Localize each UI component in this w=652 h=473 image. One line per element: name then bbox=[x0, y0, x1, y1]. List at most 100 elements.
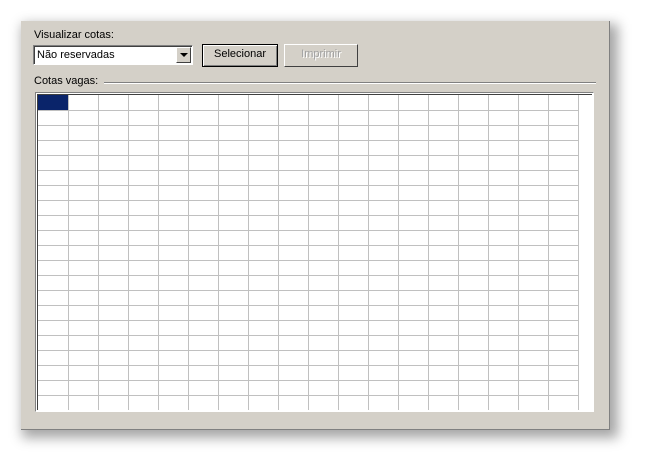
grid-cell[interactable] bbox=[488, 380, 519, 396]
grid-cell[interactable] bbox=[308, 155, 339, 171]
grid-cell[interactable] bbox=[308, 275, 339, 291]
grid-cell[interactable] bbox=[308, 320, 339, 336]
grid-cell[interactable] bbox=[68, 230, 99, 246]
grid-cell[interactable] bbox=[38, 125, 69, 141]
grid-cell[interactable] bbox=[38, 365, 69, 381]
grid-cell[interactable] bbox=[338, 215, 369, 231]
grid-cell[interactable] bbox=[278, 275, 309, 291]
grid-cell[interactable] bbox=[488, 305, 519, 321]
grid-cell[interactable] bbox=[518, 95, 549, 111]
grid-cell[interactable] bbox=[308, 170, 339, 186]
grid-cell[interactable] bbox=[98, 125, 129, 141]
grid-cell[interactable] bbox=[518, 275, 549, 291]
grid-cell[interactable] bbox=[278, 110, 309, 126]
grid-cell[interactable] bbox=[458, 350, 489, 366]
grid-cell[interactable] bbox=[368, 350, 399, 366]
grid-cell[interactable] bbox=[188, 335, 219, 351]
grid-cell[interactable] bbox=[518, 335, 549, 351]
grid-cell[interactable] bbox=[278, 95, 309, 111]
grid-cell[interactable] bbox=[488, 125, 519, 141]
grid-cell[interactable] bbox=[338, 185, 369, 201]
grid-cell[interactable] bbox=[128, 290, 159, 306]
grid-cell[interactable] bbox=[548, 200, 579, 216]
grid-cell[interactable] bbox=[158, 350, 189, 366]
grid-cell[interactable] bbox=[428, 95, 459, 111]
grid-cell[interactable] bbox=[518, 260, 549, 276]
grid-cell[interactable] bbox=[248, 290, 279, 306]
grid-cell[interactable] bbox=[338, 320, 369, 336]
grid-cell[interactable] bbox=[308, 395, 339, 410]
grid-cell[interactable] bbox=[308, 140, 339, 156]
grid-cell[interactable] bbox=[38, 260, 69, 276]
grid-cell[interactable] bbox=[398, 200, 429, 216]
grid-cell[interactable] bbox=[368, 215, 399, 231]
grid-cell[interactable] bbox=[428, 275, 459, 291]
grid-cell[interactable] bbox=[278, 335, 309, 351]
grid-cell[interactable] bbox=[548, 305, 579, 321]
grid-cell[interactable] bbox=[368, 275, 399, 291]
grid-cell[interactable] bbox=[338, 200, 369, 216]
grid-cell[interactable] bbox=[158, 365, 189, 381]
grid-cell[interactable] bbox=[158, 275, 189, 291]
grid-cell[interactable] bbox=[368, 155, 399, 171]
grid-cell[interactable] bbox=[338, 290, 369, 306]
grid-cell[interactable] bbox=[158, 395, 189, 410]
grid-cell[interactable] bbox=[518, 230, 549, 246]
grid-cell[interactable] bbox=[248, 335, 279, 351]
grid-cell[interactable] bbox=[278, 260, 309, 276]
grid-cell[interactable] bbox=[128, 350, 159, 366]
grid-cell[interactable] bbox=[248, 320, 279, 336]
grid-cell[interactable] bbox=[428, 395, 459, 410]
grid-cell[interactable] bbox=[38, 395, 69, 410]
grid-cell[interactable] bbox=[38, 245, 69, 261]
grid-cell[interactable] bbox=[488, 230, 519, 246]
grid-cell[interactable] bbox=[398, 260, 429, 276]
grid-cell[interactable] bbox=[368, 380, 399, 396]
grid-cell[interactable] bbox=[518, 200, 549, 216]
grid-cell[interactable] bbox=[158, 305, 189, 321]
grid-cell[interactable] bbox=[188, 125, 219, 141]
grid-cell[interactable] bbox=[428, 290, 459, 306]
grid-cell[interactable] bbox=[38, 155, 69, 171]
grid-cell[interactable] bbox=[68, 335, 99, 351]
grid-cell[interactable] bbox=[458, 200, 489, 216]
grid-cell[interactable] bbox=[398, 365, 429, 381]
grid-cell[interactable] bbox=[428, 215, 459, 231]
grid-cell[interactable] bbox=[428, 260, 459, 276]
grid-cell[interactable] bbox=[188, 170, 219, 186]
grid-cell[interactable] bbox=[428, 110, 459, 126]
grid-cell[interactable] bbox=[188, 275, 219, 291]
grid-cell[interactable] bbox=[158, 320, 189, 336]
grid-cell[interactable] bbox=[218, 215, 249, 231]
grid-cell[interactable] bbox=[68, 395, 99, 410]
grid-cell[interactable] bbox=[248, 215, 279, 231]
grid-cell[interactable] bbox=[128, 260, 159, 276]
grid-cell[interactable] bbox=[68, 275, 99, 291]
grid-cell[interactable] bbox=[98, 155, 129, 171]
grid-cell[interactable] bbox=[368, 110, 399, 126]
grid-cell[interactable] bbox=[398, 350, 429, 366]
grid-cell[interactable] bbox=[308, 305, 339, 321]
grid-cell[interactable] bbox=[428, 230, 459, 246]
grid-cell[interactable] bbox=[68, 350, 99, 366]
grid-cell[interactable] bbox=[368, 200, 399, 216]
grid-cell[interactable] bbox=[458, 140, 489, 156]
grid-cell[interactable] bbox=[128, 380, 159, 396]
grid-cell[interactable] bbox=[338, 350, 369, 366]
grid-cell[interactable] bbox=[368, 335, 399, 351]
grid-cell[interactable] bbox=[68, 290, 99, 306]
grid-cell[interactable] bbox=[68, 170, 99, 186]
grid-cell[interactable] bbox=[128, 365, 159, 381]
grid-cell[interactable] bbox=[278, 320, 309, 336]
grid-cell[interactable] bbox=[158, 185, 189, 201]
grid-cell[interactable] bbox=[68, 380, 99, 396]
grid-cell[interactable] bbox=[428, 170, 459, 186]
grid-cell[interactable] bbox=[188, 200, 219, 216]
grid-cell[interactable] bbox=[248, 365, 279, 381]
grid-cell[interactable] bbox=[98, 215, 129, 231]
grid-cell[interactable] bbox=[218, 245, 249, 261]
grid-cell[interactable] bbox=[398, 215, 429, 231]
grid-cell[interactable] bbox=[398, 110, 429, 126]
grid-cell[interactable] bbox=[98, 110, 129, 126]
grid-cell[interactable] bbox=[488, 110, 519, 126]
